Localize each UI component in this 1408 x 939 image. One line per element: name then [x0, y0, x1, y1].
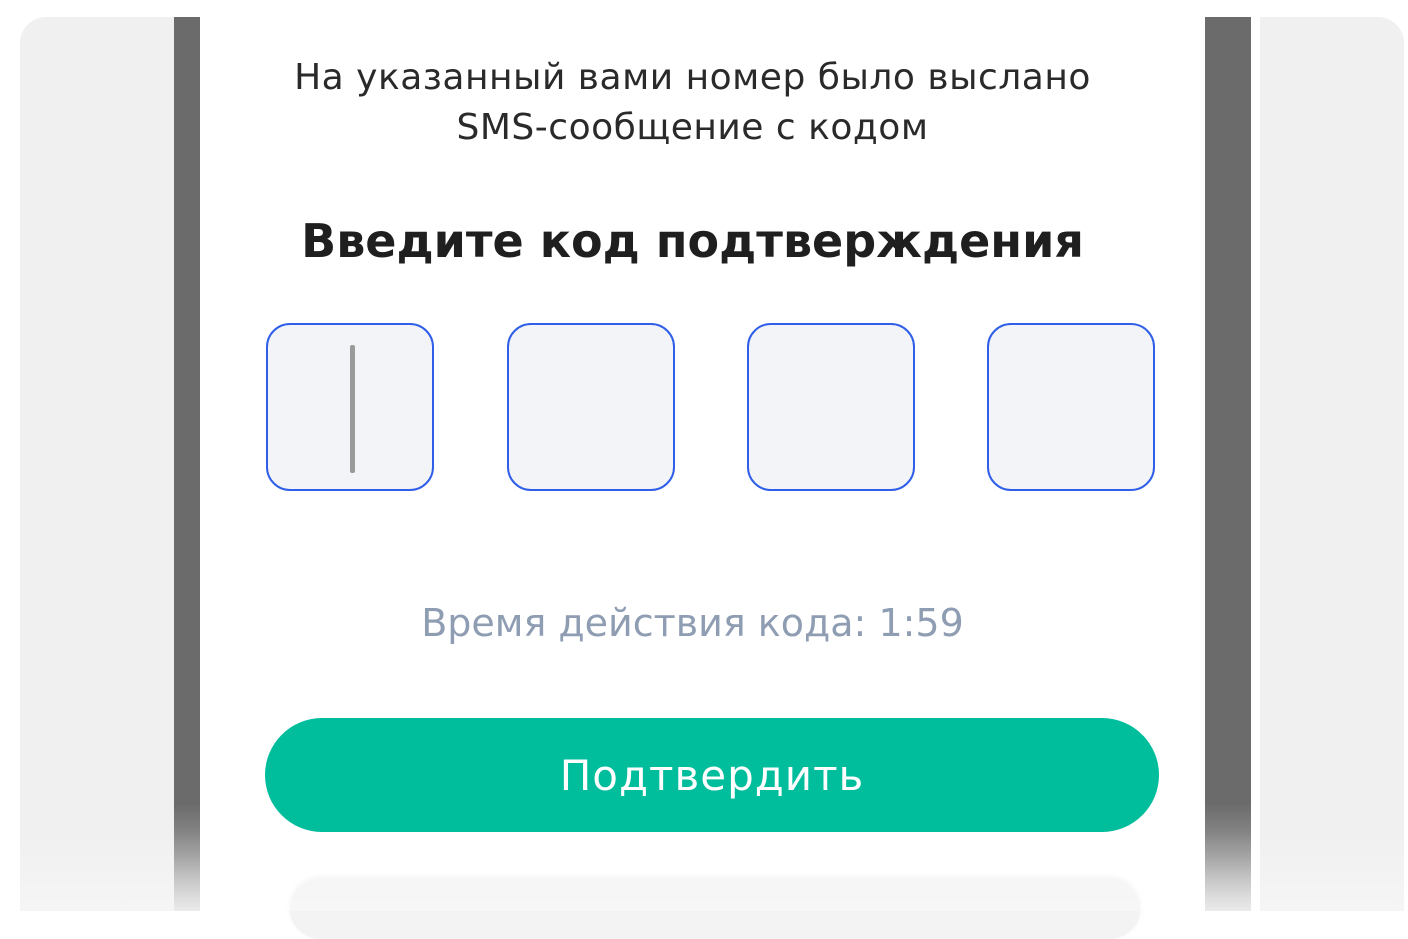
- code-input-group: [266, 323, 1161, 495]
- code-digit-input-2[interactable]: [507, 323, 675, 491]
- phone-bezel-right: [1205, 17, 1251, 911]
- next-section-card: [290, 879, 1140, 939]
- text-cursor: [350, 345, 355, 473]
- code-timer: Время действия кода: 1:59: [200, 601, 1185, 645]
- sms-info-text: На указанный вами номер было выслано SMS…: [200, 53, 1185, 153]
- code-digit-input-1[interactable]: [266, 323, 434, 491]
- code-digit-input-4[interactable]: [987, 323, 1155, 491]
- sms-info-line-1: На указанный вами номер было выслано: [200, 53, 1185, 103]
- confirm-button[interactable]: Подтвердить: [265, 718, 1159, 832]
- page-title: Введите код подтверждения: [200, 214, 1185, 268]
- verification-screen: На указанный вами номер было выслано SMS…: [200, 17, 1185, 911]
- sms-info-line-2: SMS-сообщение с кодом: [200, 103, 1185, 153]
- code-digit-input-3[interactable]: [747, 323, 915, 491]
